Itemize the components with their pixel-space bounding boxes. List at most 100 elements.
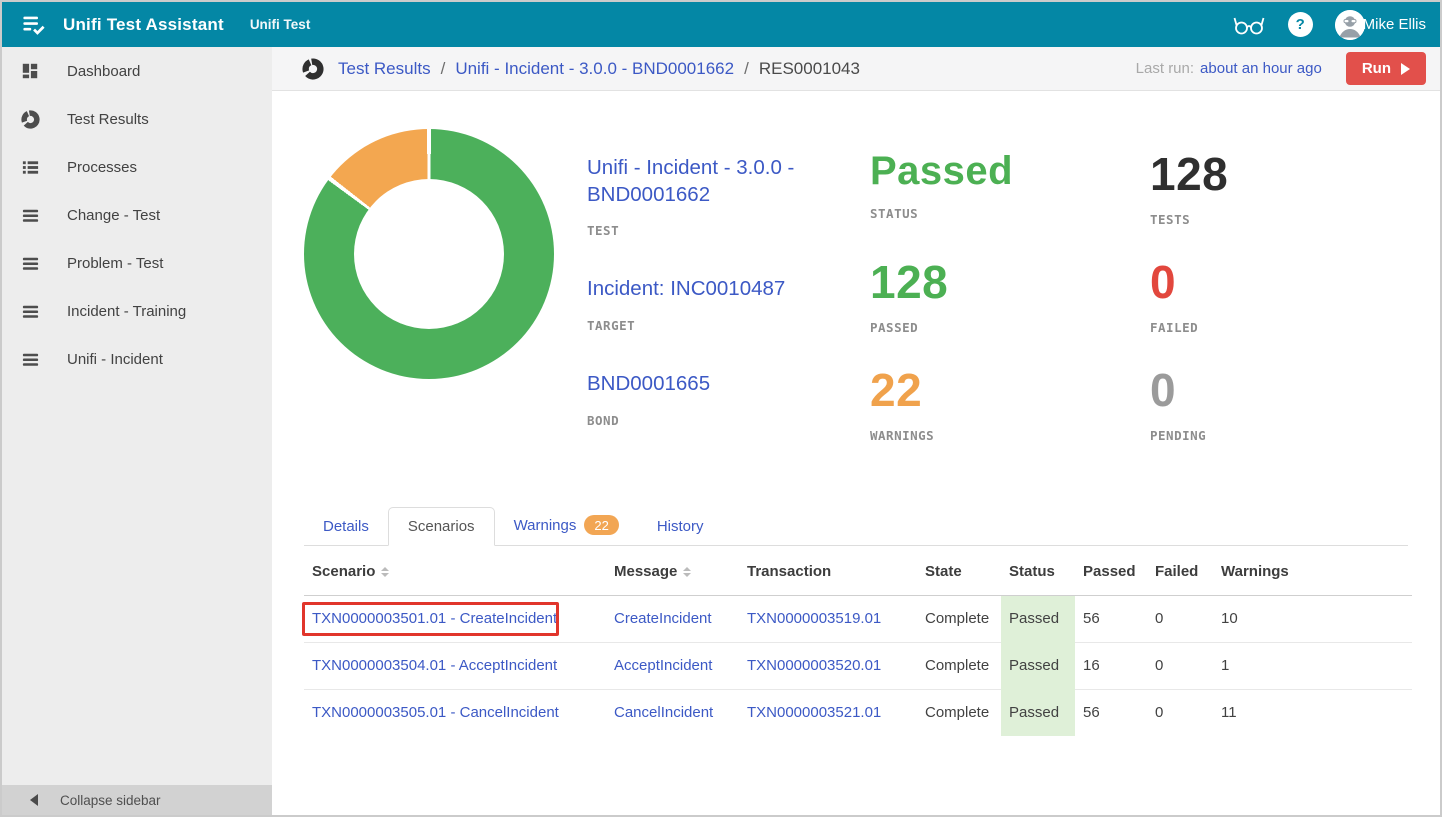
state-cell: Complete: [925, 610, 990, 627]
table-row: TXN0000003505.01 - CancelIncident Cancel…: [304, 689, 1412, 736]
stat-passed: 128 PASSED: [870, 259, 1150, 367]
scenarios-table: Scenario Message Transaction State Statu…: [302, 546, 1412, 736]
status-cell: Passed: [1001, 689, 1075, 736]
tab-label: History: [656, 518, 704, 535]
sidebar-item-unifi-incident[interactable]: Unifi - Incident: [2, 335, 272, 383]
stat-passed-value: 128: [870, 256, 949, 308]
message-link[interactable]: CancelIncident: [614, 704, 713, 721]
bond-link[interactable]: BND0001665: [587, 371, 870, 398]
stat-status-label: STATUS: [870, 206, 919, 221]
collapse-arrow-icon: [30, 794, 38, 806]
donut-chart-icon: [20, 109, 40, 129]
stat-status: Passed STATUS: [870, 151, 1150, 259]
breadcrumb-separator: /: [744, 58, 749, 78]
main-panel: Test Results / Unifi - Incident - 3.0.0 …: [272, 47, 1440, 815]
test-info-block: Unifi - Incident - 3.0.0 - BND0001662 TE…: [587, 155, 870, 238]
test-info-column: Unifi - Incident - 3.0.0 - BND0001662 TE…: [587, 129, 870, 479]
sidebar: Dashboard Test Results Processes Change …: [2, 47, 272, 815]
lines-icon: [20, 206, 40, 225]
scenario-link[interactable]: TXN0000003501.01 - CreateIncident: [312, 610, 557, 627]
list-icon: [20, 158, 40, 177]
last-run-link[interactable]: about an hour ago: [1200, 60, 1322, 77]
tab-label: Warnings: [513, 516, 577, 534]
stat-pending: 0 PENDING: [1150, 367, 1430, 475]
header-actions: ? Mike Ellis: [1232, 9, 1426, 40]
table-header-row: Scenario Message Transaction State Statu…: [304, 546, 1412, 596]
tab-label: Details: [323, 518, 369, 535]
stat-pending-label: PENDING: [1150, 428, 1207, 443]
test-link[interactable]: Unifi - Incident - 3.0.0 - BND0001662: [587, 155, 870, 208]
transaction-link[interactable]: TXN0000003519.01: [747, 610, 881, 627]
sidebar-item-label: Incident - Training: [67, 302, 187, 320]
sidebar-item-dashboard[interactable]: Dashboard: [2, 47, 272, 95]
target-link[interactable]: Incident: INC0010487: [587, 276, 870, 303]
last-run-area: Last run: about an hour ago Run: [1136, 52, 1426, 85]
message-cell: AcceptIncident: [606, 642, 739, 690]
warnings-cell: 10: [1221, 610, 1238, 627]
stat-warnings: 22 WARNINGS: [870, 367, 1150, 475]
tab-label: Scenarios: [407, 518, 475, 535]
sidebar-item-label: Test Results: [67, 110, 149, 128]
run-button[interactable]: Run: [1345, 52, 1426, 85]
sidebar-item-change-test[interactable]: Change - Test: [2, 191, 272, 239]
transaction-cell: TXN0000003521.01: [739, 689, 917, 736]
bond-info-block: BND0001665 BOND: [587, 371, 870, 428]
donut-chart-icon: [302, 57, 324, 80]
status-cell: Passed: [1001, 642, 1075, 690]
breadcrumb-test[interactable]: Unifi - Incident - 3.0.0 - BND0001662: [455, 59, 734, 79]
sidebar-item-problem-test[interactable]: Problem - Test: [2, 239, 272, 287]
stat-warnings-label: WARNINGS: [870, 428, 935, 443]
scenario-cell: TXN0000003504.01 - AcceptIncident: [304, 642, 606, 690]
transaction-link[interactable]: TXN0000003520.01: [747, 657, 881, 674]
sidebar-item-label: Problem - Test: [67, 254, 164, 272]
lines-icon: [20, 254, 40, 273]
stat-failed-label: FAILED: [1150, 320, 1199, 335]
tab-warnings[interactable]: Warnings 22: [495, 505, 638, 545]
transaction-link[interactable]: TXN0000003521.01: [747, 704, 881, 721]
stat-tests-value: 128: [1150, 148, 1229, 200]
target-info-block: Incident: INC0010487 TARGET: [587, 276, 870, 333]
transaction-cell: TXN0000003520.01: [739, 642, 917, 690]
sidebar-item-processes[interactable]: Processes: [2, 143, 272, 191]
spectate-glasses-icon[interactable]: [1232, 13, 1266, 37]
user-menu[interactable]: Mike Ellis: [1334, 9, 1426, 40]
test-label: TEST: [587, 223, 620, 239]
user-name: Mike Ellis: [1362, 16, 1426, 33]
message-link[interactable]: AcceptIncident: [614, 657, 712, 674]
column-header-warnings: Warnings: [1213, 546, 1412, 596]
play-icon: [1401, 62, 1410, 75]
sidebar-item-label: Unifi - Incident: [67, 350, 163, 368]
column-header-scenario[interactable]: Scenario: [304, 546, 606, 596]
warnings-count-badge: 22: [584, 515, 619, 535]
tab-scenarios[interactable]: Scenarios: [387, 507, 495, 546]
collapse-sidebar-button[interactable]: Collapse sidebar: [2, 785, 272, 815]
breadcrumb-test-results[interactable]: Test Results: [338, 59, 431, 79]
sort-icon: [381, 567, 390, 578]
stat-failed-value: 0: [1150, 256, 1177, 308]
message-link[interactable]: CreateIncident: [614, 610, 712, 627]
warnings-cell: 11: [1213, 689, 1412, 736]
scenario-link[interactable]: TXN0000003505.01 - CancelIncident: [312, 704, 559, 721]
tab-history[interactable]: History: [638, 508, 723, 545]
sidebar-item-label: Dashboard: [67, 62, 141, 80]
app-window: Unifi Test Assistant Unifi Test ? Mike E…: [0, 0, 1442, 817]
column-header-state: State: [917, 546, 1001, 596]
sidebar-item-label: Change - Test: [67, 206, 161, 224]
status-cell: Passed: [1001, 595, 1075, 643]
stat-tests: 128 TESTS: [1150, 151, 1430, 259]
sidebar-item-incident-training[interactable]: Incident - Training: [2, 287, 272, 335]
stat-pending-value: 0: [1150, 364, 1177, 416]
column-header-message[interactable]: Message: [606, 546, 739, 596]
state-cell: Complete: [917, 689, 1001, 736]
help-icon[interactable]: ?: [1287, 12, 1313, 37]
passed-cell: 16: [1075, 642, 1147, 690]
stat-tests-label: TESTS: [1150, 212, 1191, 227]
sidebar-item-test-results[interactable]: Test Results: [2, 95, 272, 143]
tab-details[interactable]: Details: [304, 508, 388, 545]
breadcrumb: Test Results / Unifi - Incident - 3.0.0 …: [302, 57, 860, 80]
state-cell: Complete: [917, 642, 1001, 690]
column-header-status: Status: [1001, 546, 1075, 596]
app-logo-icon[interactable]: [20, 11, 47, 38]
result-tabs: Details Scenarios Warnings 22 History: [304, 505, 1408, 546]
scenario-link[interactable]: TXN0000003504.01 - AcceptIncident: [312, 657, 557, 674]
